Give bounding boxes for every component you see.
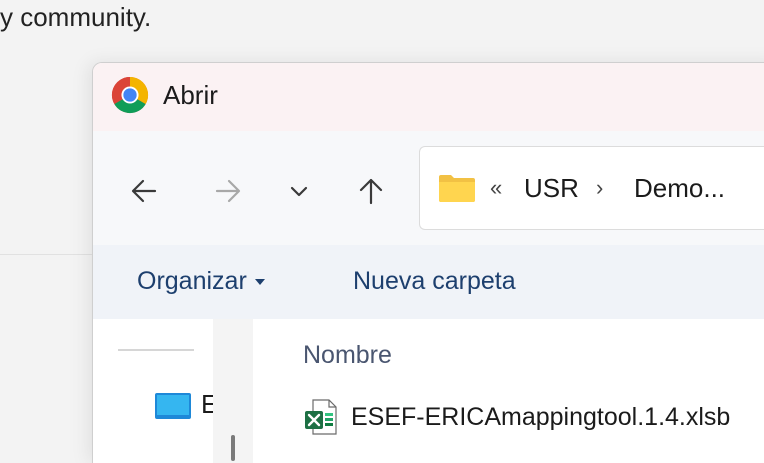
- breadcrumb-separator[interactable]: ›: [596, 175, 603, 201]
- back-button[interactable]: [125, 171, 165, 211]
- file-name: ESEF-ERICAmappingtool.1.4.xlsb: [351, 403, 731, 431]
- organize-label: Organizar: [137, 267, 247, 295]
- background-divider: [0, 254, 94, 255]
- breadcrumb-demo[interactable]: Demo...: [634, 173, 725, 204]
- up-folder-button[interactable]: [351, 171, 391, 211]
- new-folder-button[interactable]: Nueva carpeta: [353, 267, 516, 296]
- arrow-up-icon: [359, 178, 383, 205]
- scrollbar-thumb[interactable]: [231, 435, 235, 461]
- nav-pane-divider: [118, 349, 194, 351]
- arrow-left-icon: [131, 179, 157, 203]
- desktop-icon: [155, 393, 191, 419]
- navigation-bar: « USR › Demo...: [93, 131, 764, 245]
- file-list-item[interactable]: ESEF-ERICAmappingtool.1.4.xlsb: [297, 395, 764, 439]
- nav-pane-scrollbar[interactable]: [213, 319, 253, 463]
- dialog-titlebar[interactable]: Abrir: [93, 63, 764, 131]
- open-file-dialog: Abrir « USR › Demo... Organizar Nueva ca…: [92, 62, 764, 463]
- background-page-text: y community.: [0, 2, 152, 32]
- chevron-down-icon: [290, 186, 308, 197]
- overflow-crumbs-button[interactable]: «: [490, 175, 502, 201]
- excel-file-icon: [305, 399, 337, 435]
- dialog-title: Abrir: [163, 80, 218, 110]
- command-bar: Organizar Nueva carpeta: [93, 245, 764, 319]
- column-header-name[interactable]: Nombre: [303, 341, 392, 370]
- address-bar[interactable]: « USR › Demo...: [419, 146, 764, 230]
- folder-icon: [439, 175, 475, 202]
- forward-button[interactable]: [207, 171, 247, 211]
- arrow-right-icon: [215, 179, 241, 203]
- recent-locations-button[interactable]: [279, 171, 319, 211]
- organize-button[interactable]: Organizar: [137, 267, 265, 296]
- dialog-content: E Nombre ESEF-ERICAmappingtool.1.4.xlsb: [93, 319, 764, 463]
- breadcrumb-usr[interactable]: USR: [524, 173, 579, 204]
- caret-down-icon: [254, 279, 265, 286]
- new-folder-label: Nueva carpeta: [353, 267, 516, 295]
- chrome-logo-icon: [111, 76, 149, 114]
